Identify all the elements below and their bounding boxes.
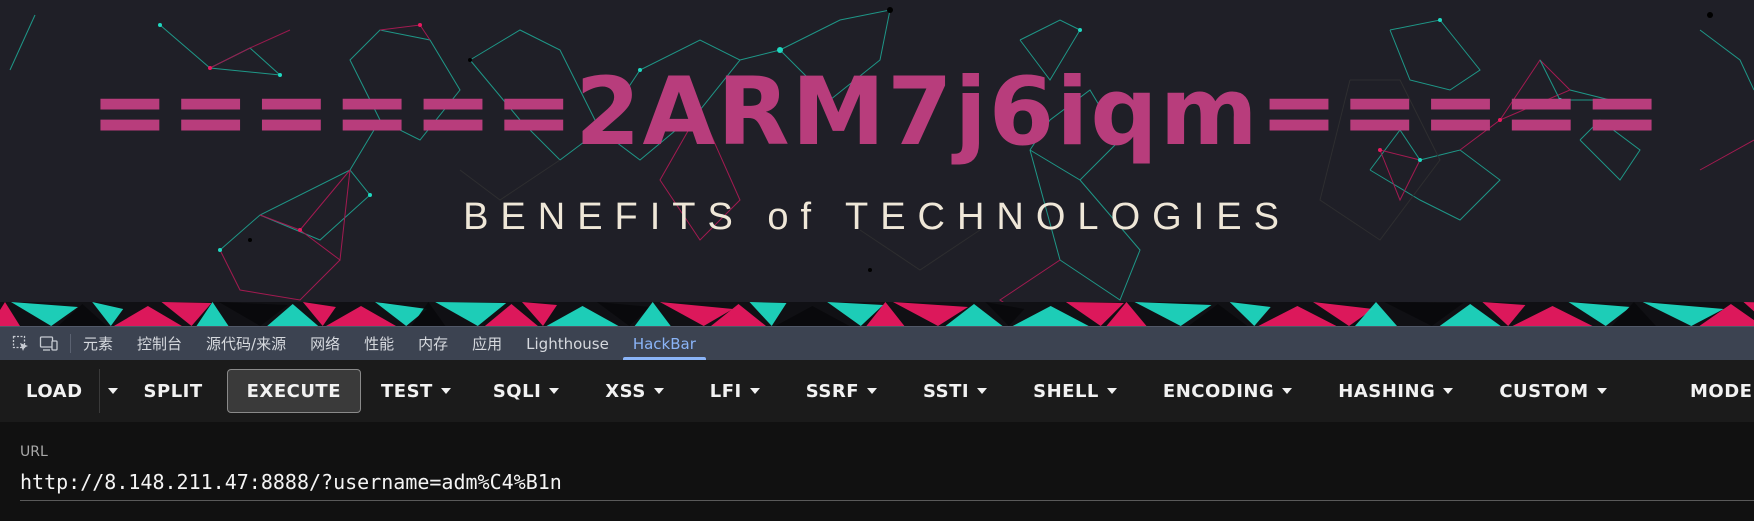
custom-menu-button[interactable]: CUSTOM xyxy=(1481,369,1624,413)
load-label: LOAD xyxy=(26,380,83,402)
ssti-label: SSTI xyxy=(923,380,970,402)
hashing-label: HASHING xyxy=(1338,380,1436,402)
chevron-down-icon xyxy=(549,388,560,394)
hashing-menu-button[interactable]: HASHING xyxy=(1320,369,1481,413)
chevron-down-icon xyxy=(653,388,664,394)
chevron-down-icon xyxy=(107,388,118,394)
url-field-label: URL xyxy=(20,444,48,460)
browser-page: ======2ARM7j6iqm===== BENEFITS of TECHNO… xyxy=(0,0,1754,521)
split-label: SPLIT xyxy=(143,380,203,402)
execute-button[interactable]: EXECUTE xyxy=(226,369,362,413)
tab-hackbar[interactable]: HackBar xyxy=(621,327,708,360)
tab-application[interactable]: 应用 xyxy=(460,327,514,360)
xss-label: XSS xyxy=(605,380,646,402)
device-toolbar-icon[interactable] xyxy=(36,327,62,360)
chevron-down-icon xyxy=(1282,388,1293,394)
mode-label: MODE xyxy=(1690,380,1753,402)
shell-label: SHELL xyxy=(1033,380,1099,402)
tab-sources[interactable]: 源代码/来源 xyxy=(194,327,298,360)
chevron-down-icon xyxy=(1106,388,1117,394)
xss-menu-button[interactable]: XSS xyxy=(587,369,692,413)
chevron-down-icon xyxy=(749,388,760,394)
banner-title: ======2ARM7j6iqm===== xyxy=(90,58,1664,167)
banner-decorative-strip xyxy=(0,302,1754,326)
banner-subtitle: BENEFITS of TECHNOLOGIES xyxy=(463,196,1291,238)
lfi-menu-button[interactable]: LFI xyxy=(692,369,788,413)
ssrf-menu-button[interactable]: SSRF xyxy=(788,369,905,413)
url-input[interactable]: http://8.148.211.47:8888/?username=adm%C… xyxy=(20,470,562,494)
shell-menu-button[interactable]: SHELL xyxy=(1015,369,1145,413)
lfi-label: LFI xyxy=(709,380,742,402)
ssti-menu-button[interactable]: SSTI xyxy=(905,369,1015,413)
load-dropdown-toggle[interactable] xyxy=(98,369,126,413)
mode-menu-button[interactable]: MODE xyxy=(1672,369,1754,413)
chevron-down-icon xyxy=(1443,388,1454,394)
devtools-tab-bar: 元素 控制台 源代码/来源 网络 性能 内存 应用 Lighthouse Hac… xyxy=(0,326,1754,360)
tab-separator xyxy=(70,334,71,353)
split-button[interactable]: SPLIT xyxy=(126,369,227,413)
chevron-down-icon xyxy=(440,388,451,394)
ssrf-label: SSRF xyxy=(805,380,860,402)
load-button[interactable]: LOAD xyxy=(8,369,99,413)
tab-console[interactable]: 控制台 xyxy=(125,327,194,360)
url-panel: URL http://8.148.211.47:8888/?username=a… xyxy=(0,422,1754,521)
hero-banner: ======2ARM7j6iqm===== BENEFITS of TECHNO… xyxy=(0,0,1754,326)
chevron-down-icon xyxy=(977,388,988,394)
hackbar-toolbar: LOAD SPLIT EXECUTE TEST SQLI XSS LFI SSR… xyxy=(0,360,1754,422)
tab-elements[interactable]: 元素 xyxy=(79,327,125,360)
inspect-element-icon[interactable] xyxy=(8,327,34,360)
url-input-underline xyxy=(20,500,1754,501)
tab-network[interactable]: 网络 xyxy=(298,327,352,360)
execute-label: EXECUTE xyxy=(246,380,342,402)
encoding-menu-button[interactable]: ENCODING xyxy=(1145,369,1320,413)
sqli-menu-button[interactable]: SQLI xyxy=(475,369,587,413)
custom-label: CUSTOM xyxy=(1499,380,1589,402)
tab-lighthouse[interactable]: Lighthouse xyxy=(514,327,621,360)
test-label: TEST xyxy=(381,380,433,402)
tab-memory[interactable]: 内存 xyxy=(406,327,460,360)
chevron-down-icon xyxy=(1596,388,1607,394)
test-menu-button[interactable]: TEST xyxy=(361,369,475,413)
chevron-down-icon xyxy=(867,388,878,394)
sqli-label: SQLI xyxy=(492,380,542,402)
encoding-label: ENCODING xyxy=(1162,380,1275,402)
tab-performance[interactable]: 性能 xyxy=(352,327,406,360)
